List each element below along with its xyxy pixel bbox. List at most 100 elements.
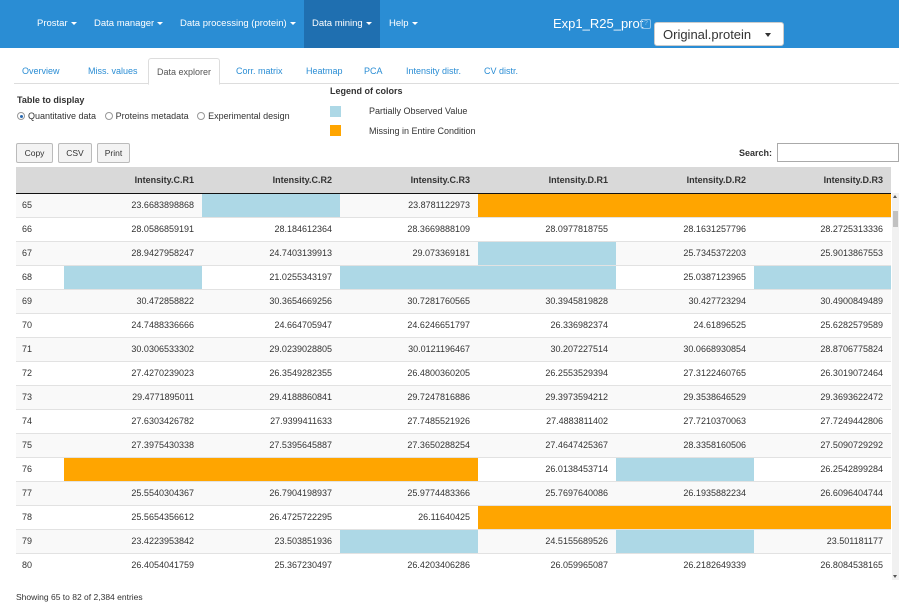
- table-cell: 26.2553529394: [478, 360, 616, 385]
- table-cell: 30.0121196467: [340, 336, 478, 361]
- table-row[interactable]: 73 29.4771895011 29.4188860841 29.724781688…: [16, 384, 891, 409]
- tab-cv-distr[interactable]: CV distr.: [476, 58, 526, 84]
- nav-data-mining[interactable]: Data mining: [304, 0, 380, 48]
- legend-title: Legend of colors: [330, 86, 403, 96]
- search-input[interactable]: [777, 143, 899, 162]
- table-cell: 26.4203406286: [340, 552, 478, 577]
- radio-icon: [104, 112, 113, 120]
- table-cell: 26.1935882234: [616, 480, 754, 505]
- table-cell: 26.7904198937: [202, 480, 340, 505]
- table-row[interactable]: 80 26.4054041759 25.367230497 26.4203406286…: [16, 552, 891, 577]
- nav-data-manager[interactable]: Data manager: [86, 0, 171, 44]
- table-cell: 29.3538646529: [616, 384, 754, 409]
- table-cell: 29.073369181: [340, 240, 478, 265]
- column-header[interactable]: Intensity.D.R1: [478, 167, 616, 194]
- row-index: 76: [16, 456, 64, 481]
- table-row[interactable]: 71 30.0306533302 29.0239028805 30.012119646…: [16, 336, 891, 361]
- legend-pov-label: Partially Observed Value: [369, 106, 468, 116]
- table-cell: 28.3358160506: [616, 432, 754, 457]
- tab-pca[interactable]: PCA: [356, 58, 391, 84]
- table-cell: 23.6683898868: [64, 192, 202, 217]
- table-cell: 27.5090729292: [754, 432, 891, 457]
- table-cell: 25.0387123965: [616, 264, 754, 289]
- table-cell: 29.4188860841: [202, 384, 340, 409]
- radio-experimental-design[interactable]: Experimental design: [197, 111, 290, 121]
- table-row[interactable]: 78 25.5654356612 26.4725722295 26.11640425: [16, 504, 891, 529]
- table-row[interactable]: 70 24.7488336666 24.664705947 24.6246651797…: [16, 312, 891, 337]
- table-cell: [64, 456, 202, 481]
- scroll-up-icon[interactable]: [893, 195, 897, 198]
- column-header[interactable]: Intensity.C.R1: [64, 167, 202, 194]
- table-cell: 30.4900849489: [754, 288, 891, 313]
- nav-help[interactable]: Help: [381, 0, 426, 44]
- row-index: 67: [16, 240, 64, 265]
- table-cell: [478, 504, 616, 529]
- print-button[interactable]: Print: [97, 143, 130, 163]
- table-cell: 21.0255343197: [202, 264, 340, 289]
- scrollbar-thumb[interactable]: [893, 211, 898, 227]
- table-cell: 26.2542899284: [754, 456, 891, 481]
- radio-quantitative-label: Quantitative data: [28, 111, 97, 121]
- column-header[interactable]: Intensity.D.R3: [754, 167, 891, 194]
- table-cell: 28.9427958247: [64, 240, 202, 265]
- column-header[interactable]: Intensity.D.R2: [616, 167, 754, 194]
- radio-quantitative-data[interactable]: Quantitative data: [17, 111, 96, 121]
- column-header[interactable]: Intensity.C.R2: [202, 167, 340, 194]
- help-icon[interactable]: ?: [641, 19, 651, 29]
- tab-corr-matrix[interactable]: Corr. matrix: [228, 58, 291, 84]
- table-cell: [616, 504, 754, 529]
- table-row[interactable]: 74 27.6303426782 27.9399411633 27.748552192…: [16, 408, 891, 433]
- table-cell: 30.207227514: [478, 336, 616, 361]
- table-cell: 24.6246651797: [340, 312, 478, 337]
- legend-pov-swatch: [330, 106, 341, 117]
- scroll-down-icon[interactable]: [893, 575, 897, 578]
- table-row[interactable]: 68 21.0255343197 25.0387123965: [16, 264, 891, 289]
- tab-miss-values[interactable]: Miss. values: [80, 58, 146, 84]
- dataset-label: Exp1_R25_prot: [553, 16, 644, 31]
- nav-data-manager-label: Data manager: [94, 18, 155, 29]
- tab-intensity-distr[interactable]: Intensity distr.: [398, 58, 469, 84]
- column-header[interactable]: [16, 167, 64, 194]
- table-row[interactable]: 69 30.472858822 30.3654669256 30.7281760565…: [16, 288, 891, 313]
- csv-button[interactable]: CSV: [58, 143, 92, 163]
- table-cell: 26.4054041759: [64, 552, 202, 577]
- table-cell: 26.11640425: [340, 504, 478, 529]
- table-cell: 25.9774483366: [340, 480, 478, 505]
- copy-button[interactable]: Copy: [16, 143, 53, 163]
- table-cell: [202, 456, 340, 481]
- table-row[interactable]: 79 23.4223953842 23.503851936 24.5155689526…: [16, 528, 891, 553]
- search-label: Search:: [739, 148, 773, 158]
- table-scrollbar[interactable]: [892, 193, 899, 580]
- table-cell: 25.6282579589: [754, 312, 891, 337]
- table-row[interactable]: 76 26.0138453714 26.2542899284: [16, 456, 891, 481]
- table-row[interactable]: 72 27.4270239023 26.3549282355 26.480036020…: [16, 360, 891, 385]
- row-index: 72: [16, 360, 64, 385]
- table-header-row: Intensity.C.R1 Intensity.C.R2 Intensity.…: [16, 167, 891, 194]
- column-header[interactable]: Intensity.C.R3: [340, 167, 478, 194]
- table-row[interactable]: 75 27.3975430338 27.5395645887 27.365028825…: [16, 432, 891, 457]
- table-display-options: Quantitative data Proteins metadata Expe…: [17, 111, 296, 121]
- table-row[interactable]: 65 23.6683898868 23.8781122973: [16, 192, 891, 217]
- table-row[interactable]: 67 28.9427958247 24.7403139913 29.073369181…: [16, 240, 891, 265]
- table-row[interactable]: 77 25.5540304367 26.7904198937 25.977448336…: [16, 480, 891, 505]
- tab-heatmap[interactable]: Heatmap: [298, 58, 351, 84]
- table-cell: 28.3669888109: [340, 216, 478, 241]
- table-cell: 27.9399411633: [202, 408, 340, 433]
- table-cell: 24.7403139913: [202, 240, 340, 265]
- data-table: Intensity.C.R1 Intensity.C.R2 Intensity.…: [16, 167, 891, 577]
- table-cell: 27.7249442806: [754, 408, 891, 433]
- table-row[interactable]: 66 28.0586859191 28.184612364 28.3669888109…: [16, 216, 891, 241]
- table-cell: 26.2182649339: [616, 552, 754, 577]
- table-cell: 30.3945819828: [478, 288, 616, 313]
- nav-prostar[interactable]: Prostar: [29, 0, 85, 44]
- table-cell: [616, 528, 754, 553]
- radio-proteins-metadata[interactable]: Proteins metadata: [104, 111, 189, 121]
- table-cell: 26.336982374: [478, 312, 616, 337]
- chevron-down-icon: [765, 33, 771, 37]
- table-cell: 30.472858822: [64, 288, 202, 313]
- radio-metadata-label: Proteins metadata: [115, 111, 189, 121]
- nav-data-processing[interactable]: Data processing (protein): [172, 0, 304, 44]
- tab-overview[interactable]: Overview: [14, 58, 68, 84]
- tab-data-explorer[interactable]: Data explorer: [148, 58, 221, 85]
- dataset-select[interactable]: Original.protein: [654, 22, 784, 46]
